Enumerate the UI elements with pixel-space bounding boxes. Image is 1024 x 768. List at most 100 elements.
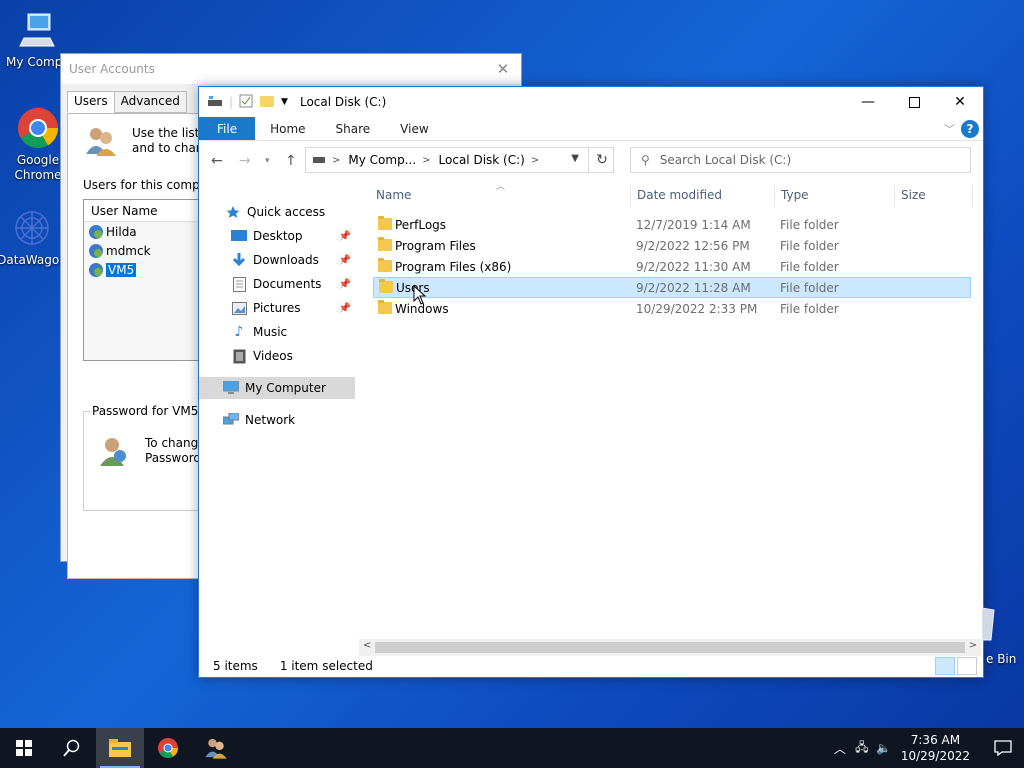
tab-users[interactable]: Users: [67, 91, 115, 113]
recycle-bin-icon[interactable]: [981, 606, 996, 645]
properties-icon[interactable]: [239, 94, 253, 111]
clock[interactable]: 7:36 AM 10/29/2022: [901, 732, 970, 764]
pin-icon[interactable]: 📌: [339, 303, 351, 314]
file-row-selected[interactable]: Users 9/2/2022 11:28 AM File folder: [373, 277, 971, 298]
user-name: mdmck: [106, 243, 151, 258]
tab-view[interactable]: View: [385, 117, 443, 140]
recent-locations-icon[interactable]: ▾: [265, 156, 270, 166]
user-name: VM5: [106, 262, 137, 277]
network-icon: [223, 412, 239, 428]
file-row[interactable]: Windows 10/29/2022 2:33 PM File folder: [373, 299, 971, 320]
pin-icon[interactable]: 📌: [339, 255, 351, 266]
nav-item-network[interactable]: Network: [199, 409, 355, 431]
taskbar-chrome[interactable]: [144, 728, 192, 768]
password-group-title: Password for VM5: [90, 404, 201, 418]
user-password-icon: [98, 434, 130, 471]
scroll-right-icon[interactable]: >: [969, 640, 977, 651]
chevron-up-icon[interactable]: ︿: [829, 740, 851, 757]
column-divider[interactable]: [894, 185, 895, 207]
tab-advanced[interactable]: Advanced: [113, 91, 187, 113]
user-accounts-titlebar[interactable]: User Accounts: [61, 54, 521, 84]
file-name: Program Files (x86): [395, 260, 512, 274]
user-list[interactable]: User Name Hilda mdmck VM5: [83, 199, 213, 361]
tab-share[interactable]: Share: [321, 117, 386, 140]
navigation-pane: Quick access Desktop 📌 Downloads 📌 Docum…: [199, 201, 359, 641]
column-divider[interactable]: [972, 185, 973, 207]
file-row[interactable]: Program Files 9/2/2022 12:56 PM File fol…: [373, 236, 971, 257]
toolbar-divider: |: [229, 95, 234, 109]
scrollbar-thumb[interactable]: [375, 642, 965, 653]
user-name-column-header[interactable]: User Name: [84, 200, 212, 222]
nav-item-documents[interactable]: Documents 📌: [199, 273, 355, 295]
chevron-right-icon[interactable]: >: [531, 155, 539, 166]
volume-icon[interactable]: 🔈: [873, 741, 895, 755]
expand-ribbon-icon[interactable]: ﹀: [944, 121, 955, 137]
desktop-icon-label: Google Chrome: [14, 153, 62, 182]
selected-count: 1 item selected: [279, 659, 373, 673]
taskbar: ︿ 🖧 🔈 7:36 AM 10/29/2022: [0, 728, 1024, 768]
chevron-right-icon[interactable]: >: [422, 155, 430, 166]
notifications-icon[interactable]: [992, 738, 1014, 758]
column-divider[interactable]: [630, 185, 631, 207]
breadcrumb-segment[interactable]: My Comp...: [348, 153, 416, 167]
tab-file[interactable]: File: [199, 117, 256, 140]
back-arrow-icon[interactable]: ←: [211, 153, 223, 169]
details-view-icon[interactable]: [935, 657, 955, 675]
help-icon[interactable]: ?: [961, 120, 979, 138]
new-folder-icon[interactable]: [259, 94, 275, 111]
minimize-icon[interactable]: —: [845, 87, 891, 117]
pictures-icon: [231, 300, 247, 316]
chevron-right-icon[interactable]: >: [332, 155, 340, 166]
column-header-type[interactable]: Type: [781, 183, 809, 207]
folder-icon: [378, 258, 392, 272]
search-button[interactable]: [48, 728, 96, 768]
taskbar-file-explorer[interactable]: [96, 728, 144, 768]
file-type: File folder: [780, 281, 839, 295]
large-icons-view-icon[interactable]: [957, 657, 977, 675]
user-row[interactable]: Hilda: [84, 222, 212, 241]
breadcrumb-segment[interactable]: Local Disk (C:): [439, 153, 525, 167]
chevron-down-icon[interactable]: ▼: [571, 153, 579, 164]
column-header-size[interactable]: Size: [901, 183, 926, 207]
nav-item-pictures[interactable]: Pictures 📌: [199, 297, 355, 319]
ribbon-tabs: File Home Share View ﹀ ?: [199, 117, 983, 141]
nav-item-quick-access[interactable]: Quick access: [199, 201, 355, 223]
column-header-date[interactable]: Date modified: [637, 183, 722, 207]
network-icon[interactable]: 🖧: [851, 738, 873, 759]
scroll-left-icon[interactable]: <: [363, 640, 371, 651]
column-divider[interactable]: [774, 185, 775, 207]
pin-icon[interactable]: 📌: [339, 279, 351, 290]
nav-label: Desktop: [253, 229, 303, 243]
horizontal-scrollbar[interactable]: < >: [359, 639, 981, 656]
nav-item-music[interactable]: ♪ Music: [199, 321, 355, 343]
file-row[interactable]: PerfLogs 12/7/2019 1:14 AM File folder: [373, 215, 971, 236]
file-date: 9/2/2022 12:56 PM: [636, 239, 750, 253]
nav-item-desktop[interactable]: Desktop 📌: [199, 225, 355, 247]
user-row-selected[interactable]: VM5: [84, 260, 212, 279]
forward-arrow-icon[interactable]: →: [239, 153, 251, 169]
nav-item-videos[interactable]: Videos: [199, 345, 355, 367]
start-button[interactable]: [0, 728, 48, 768]
file-row[interactable]: Program Files (x86) 9/2/2022 11:30 AM Fi…: [373, 257, 971, 278]
close-icon[interactable]: ✕: [937, 87, 983, 117]
system-tray: ︿ 🖧 🔈 7:36 AM 10/29/2022: [829, 728, 976, 768]
maximize-icon[interactable]: [891, 87, 937, 117]
user-row[interactable]: mdmck: [84, 241, 212, 260]
address-bar[interactable]: > My Comp... > Local Disk (C:) > ▼: [305, 147, 614, 173]
nav-item-my-computer[interactable]: My Computer: [199, 377, 355, 399]
clock-time: 7:36 AM: [910, 733, 961, 747]
search-input[interactable]: ⚲ Search Local Disk (C:): [630, 147, 971, 173]
nav-item-downloads[interactable]: Downloads 📌: [199, 249, 355, 271]
documents-icon: [231, 276, 247, 292]
pin-icon[interactable]: 📌: [339, 231, 351, 242]
refresh-icon[interactable]: ↻: [588, 147, 615, 173]
customize-dropdown-icon[interactable]: ▼: [281, 97, 288, 107]
file-explorer-icon: [109, 739, 131, 757]
taskbar-user-accounts[interactable]: [192, 728, 240, 768]
drive-icon[interactable]: [207, 95, 223, 110]
tab-home[interactable]: Home: [255, 117, 320, 140]
nav-label: Documents: [253, 277, 322, 291]
column-header-name[interactable]: Name: [376, 183, 411, 207]
up-arrow-icon[interactable]: ↑: [285, 153, 297, 169]
close-icon[interactable]: ✕: [491, 58, 515, 80]
